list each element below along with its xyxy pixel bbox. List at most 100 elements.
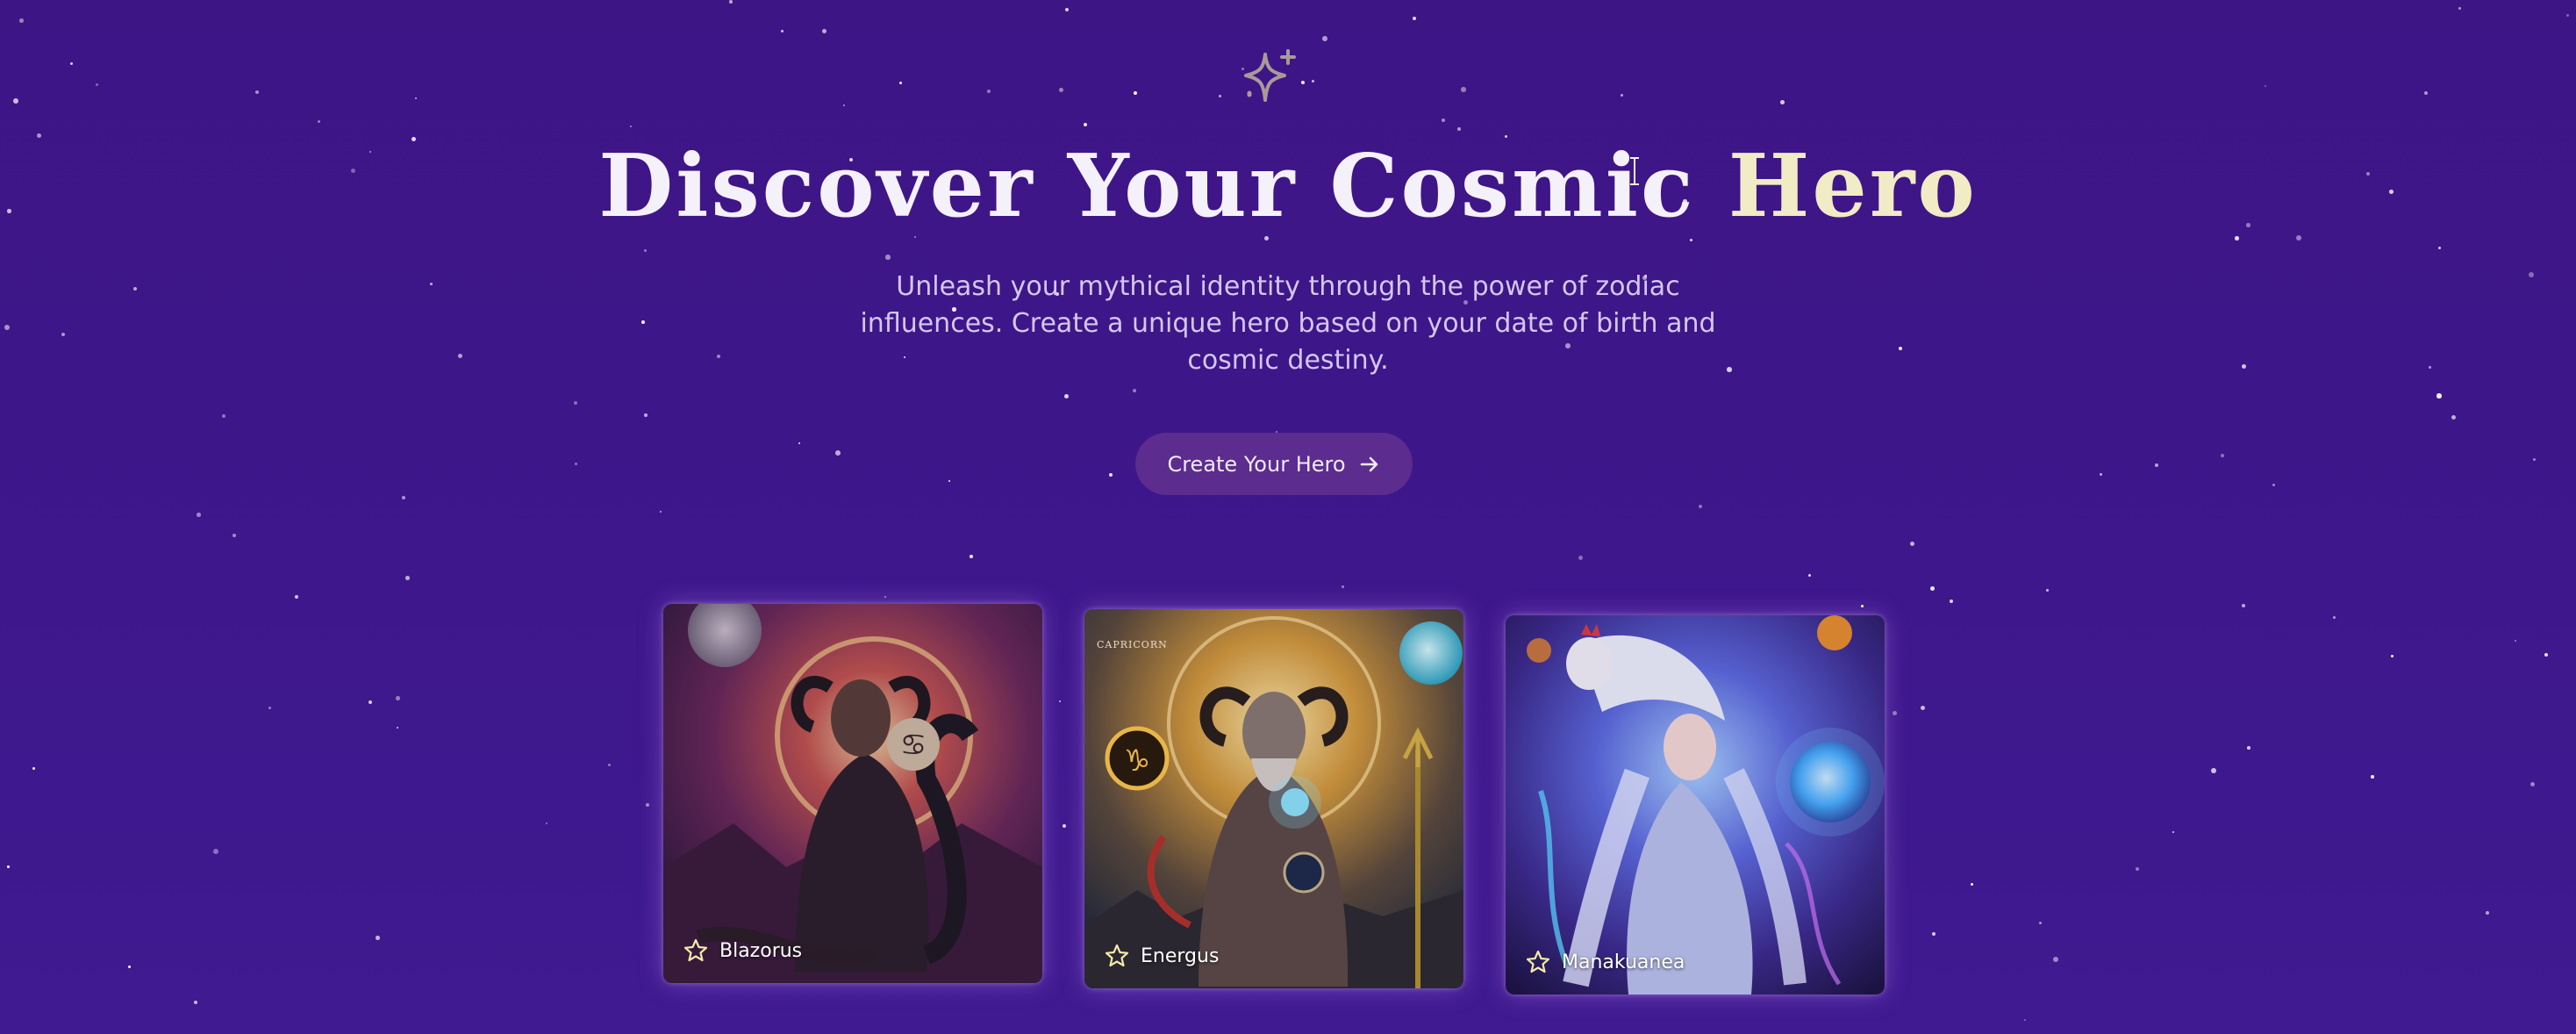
background-star — [2533, 458, 2536, 461]
background-star — [2136, 867, 2140, 872]
star-icon[interactable] — [683, 937, 709, 964]
background-star — [397, 727, 399, 729]
background-star — [1621, 94, 1624, 97]
background-star — [2247, 746, 2250, 750]
background-star — [2486, 911, 2489, 915]
title-main: Discover Your Cosmic — [598, 136, 1696, 237]
background-star — [133, 287, 137, 291]
background-star — [2429, 366, 2431, 369]
background-star — [61, 333, 66, 337]
star-icon[interactable] — [1525, 949, 1551, 975]
background-star — [2272, 484, 2275, 486]
background-star — [781, 30, 784, 32]
background-star — [1133, 389, 1136, 392]
background-star — [2458, 7, 2462, 11]
background-star — [2424, 91, 2429, 96]
card-caption: Energus — [1104, 943, 1219, 969]
hero-card-blazorus[interactable]: ♋ Blazorus — [663, 604, 1042, 983]
background-star — [575, 463, 577, 465]
background-star — [128, 966, 131, 968]
background-star — [2100, 473, 2103, 477]
background-star — [884, 596, 887, 599]
hero-image-manakuanea — [1506, 615, 1885, 995]
background-star — [2529, 272, 2534, 277]
background-star — [222, 414, 226, 419]
background-star — [2438, 247, 2441, 249]
background-star — [948, 480, 951, 483]
star-icon[interactable] — [1104, 943, 1130, 969]
background-star — [970, 555, 973, 558]
background-star — [255, 90, 260, 95]
background-star — [1442, 118, 1445, 122]
page-title: Discover Your Cosmic Hero — [0, 130, 2576, 244]
background-star — [717, 355, 721, 359]
background-star — [630, 126, 633, 128]
background-star — [1059, 88, 1064, 93]
background-star — [233, 534, 236, 537]
background-star — [1932, 932, 1936, 937]
background-star — [1780, 100, 1785, 105]
background-star — [2515, 640, 2516, 642]
background-star — [2436, 393, 2442, 399]
background-star — [2371, 775, 2374, 779]
background-star — [660, 511, 662, 513]
background-star — [1312, 80, 1315, 83]
background-star — [2053, 957, 2058, 962]
background-star — [318, 120, 321, 124]
background-star — [2333, 616, 2336, 620]
background-star — [19, 18, 24, 23]
background-star — [1861, 605, 1864, 607]
text-cursor-icon — [1630, 157, 1639, 185]
card-caption: Manakuanea — [1525, 949, 1685, 975]
background-star — [396, 696, 400, 700]
hero-card-energus[interactable]: ♑ CAPRICORN Energus — [1084, 609, 1463, 988]
title-accent: Hero — [1728, 136, 1978, 237]
background-star — [4, 325, 10, 330]
background-star — [2265, 85, 2267, 88]
background-star — [546, 822, 548, 825]
background-star — [13, 98, 18, 104]
background-star — [835, 450, 841, 456]
background-star — [2155, 463, 2158, 467]
card-caption: Blazorus — [683, 937, 802, 964]
background-star — [197, 513, 201, 517]
background-star — [2221, 454, 2224, 457]
background-star — [574, 401, 577, 405]
background-star — [822, 29, 826, 33]
background-star — [1065, 8, 1069, 11]
background-star — [1699, 505, 1703, 509]
arrow-right-icon — [1360, 456, 1377, 471]
background-star — [1899, 347, 1902, 350]
hero-image-blazorus: ♋ — [663, 604, 1042, 983]
background-star — [2242, 604, 2245, 607]
background-star — [1950, 600, 1954, 604]
background-star — [70, 62, 74, 66]
background-star — [885, 255, 891, 260]
background-star — [608, 764, 612, 767]
background-star — [646, 803, 649, 807]
background-star — [798, 442, 801, 445]
background-star — [1578, 556, 1584, 561]
background-star — [1342, 585, 1344, 588]
background-star — [1084, 123, 1088, 127]
background-star — [729, 0, 733, 4]
background-star — [1808, 574, 1812, 578]
background-star — [1059, 700, 1062, 703]
background-star — [641, 320, 645, 324]
background-star — [1134, 91, 1138, 96]
background-star — [194, 1001, 197, 1004]
background-star — [405, 576, 410, 580]
background-star — [1219, 95, 1221, 97]
create-your-hero-button[interactable]: Create Your Hero — [1135, 433, 1413, 495]
background-star — [1413, 17, 1416, 20]
background-star — [2544, 653, 2549, 657]
hero-card-manakuanea[interactable]: Manakuanea — [1506, 615, 1885, 995]
hero-subtitle: Unleash your mythical identity through t… — [860, 271, 1716, 376]
background-star — [987, 90, 991, 94]
background-star — [1921, 706, 1926, 711]
background-star — [2211, 768, 2216, 773]
cta-label: Create Your Hero — [1167, 451, 1346, 477]
card-name: Energus — [1141, 944, 1220, 967]
background-star — [7, 865, 10, 868]
background-star — [1322, 36, 1327, 41]
